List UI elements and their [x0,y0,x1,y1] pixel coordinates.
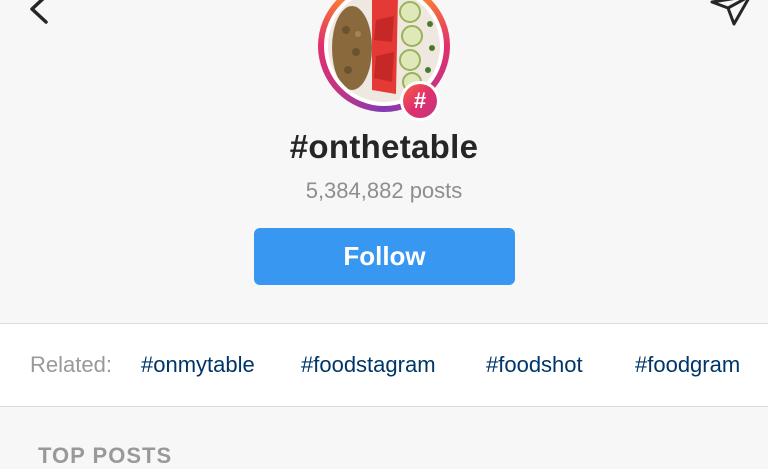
share-paper-plane-icon[interactable] [708,0,752,28]
related-tag-link[interactable]: #foodstagram [301,352,436,378]
related-tag-link[interactable]: #onmytable [141,352,255,378]
hashtag-title: #onthetable [289,128,479,165]
related-hashtags-bar: Related: #onmytable #foodstagram #foodsh… [0,324,768,406]
post-count: 5,384,882 posts [305,178,463,203]
top-posts-heading: TOP POSTS [38,443,173,468]
hashtag-header: # #onthetable 5,384,882 posts Follow [0,0,768,323]
follow-button[interactable]: Follow [254,228,515,285]
related-tag-link[interactable]: #foodshot [486,352,583,378]
related-tag-link[interactable]: #foodgram [635,352,740,378]
hashtag-icon: # [403,84,437,118]
back-chevron-icon[interactable] [22,0,56,26]
related-label: Related: [30,352,112,377]
divider [0,406,768,407]
hashtag-badge: # [400,81,440,121]
